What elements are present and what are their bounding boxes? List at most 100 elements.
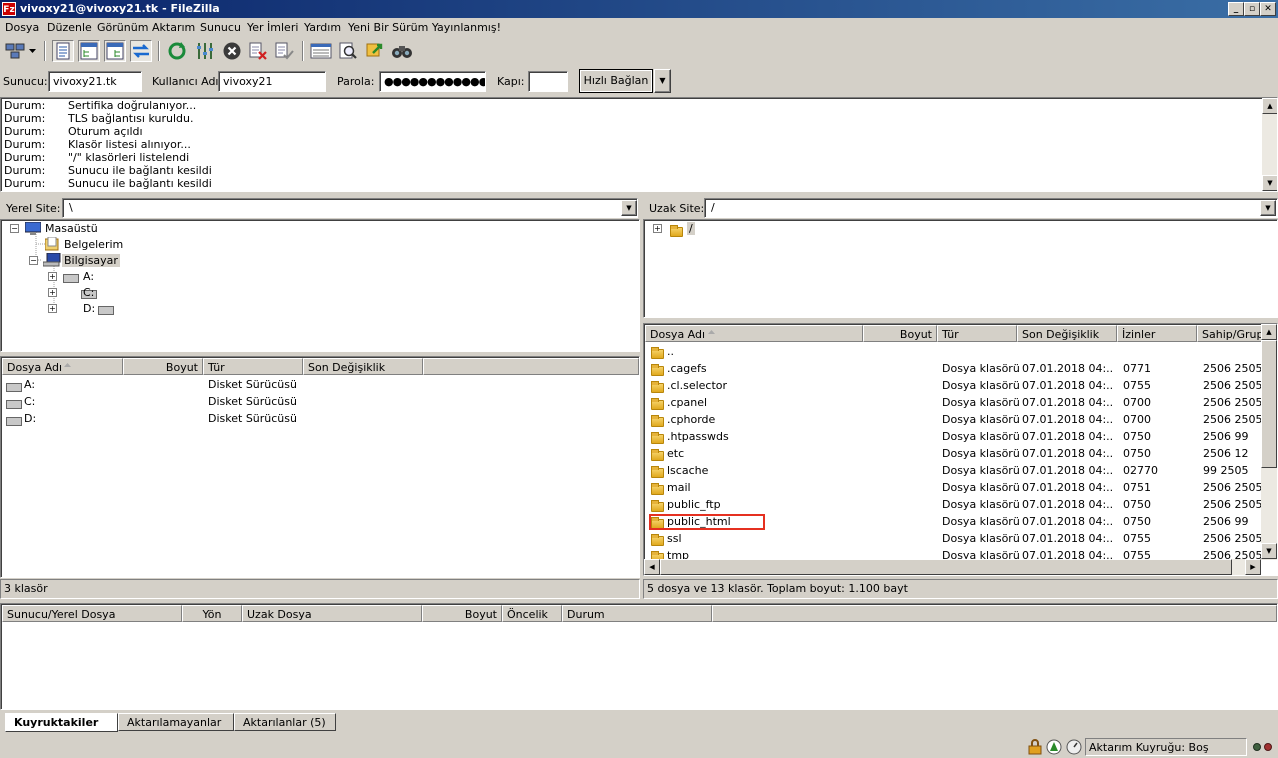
tab-failed[interactable]: Aktarılamayanlar bbox=[118, 713, 234, 731]
table-row[interactable]: lscache Dosya klasörü 07.01.2018 04:... 027… bbox=[645, 462, 1261, 479]
tree-collapse-icon[interactable]: − bbox=[29, 256, 38, 265]
password-input[interactable]: ●●●●●●●●●●●● bbox=[379, 71, 486, 92]
minimize-button[interactable]: _ bbox=[1228, 2, 1244, 16]
transfer-queue[interactable]: Sunucu/Yerel Dosya Yön Uzak Dosya Boyut … bbox=[0, 603, 1278, 710]
toggle-local-tree-icon[interactable] bbox=[78, 40, 100, 62]
table-row[interactable]: .. bbox=[645, 343, 1261, 360]
table-row[interactable]: D: Disket Sürücüsü bbox=[2, 410, 622, 427]
quickconnect-button[interactable]: Hızlı Bağlan bbox=[579, 69, 653, 93]
local-col-modified[interactable]: Son Değişiklik bbox=[303, 358, 423, 375]
disconnect-icon[interactable] bbox=[247, 40, 269, 62]
menu-yer-imleri[interactable]: Yer İmleri bbox=[247, 21, 298, 34]
remote-vscrollbar[interactable]: ▲ ▼ bbox=[1261, 324, 1277, 560]
local-tree[interactable]: − Masaüstü Belgelerim − Bilgisayar + A: … bbox=[0, 219, 640, 352]
tree-expand-icon[interactable]: + bbox=[48, 272, 57, 281]
queue-col-status[interactable]: Durum bbox=[562, 605, 712, 622]
title-bar[interactable]: Fz vivoxy21@vivoxy21.tk - FileZilla _ ▫ … bbox=[0, 0, 1278, 18]
tree-item-computer[interactable]: Bilgisayar bbox=[62, 254, 120, 267]
menu-gorunum[interactable]: Görünüm bbox=[97, 21, 148, 34]
remote-col-modified[interactable]: Son Değişiklik bbox=[1017, 325, 1117, 342]
scroll-down-arrow-icon[interactable]: ▼ bbox=[1261, 543, 1277, 559]
menu-aktarim[interactable]: Aktarım bbox=[152, 21, 195, 34]
log-scrollbar[interactable]: ▲ ▼ bbox=[1262, 98, 1277, 191]
remote-col-owner[interactable]: Sahip/Grup bbox=[1197, 325, 1263, 342]
remote-tree[interactable]: + / bbox=[643, 219, 1278, 318]
remote-site-path[interactable]: / bbox=[704, 198, 1278, 218]
queue-col-priority[interactable]: Öncelik bbox=[502, 605, 562, 622]
close-button[interactable]: ✕ bbox=[1260, 2, 1276, 16]
table-row[interactable]: mail Dosya klasörü 07.01.2018 04:... 0751 25… bbox=[645, 479, 1263, 496]
menu-dosya[interactable]: Dosya bbox=[5, 21, 39, 34]
menu-yardim[interactable]: Yardım bbox=[304, 21, 341, 34]
remote-col-permissions[interactable]: İzinler bbox=[1117, 325, 1197, 342]
tree-expand-icon[interactable]: + bbox=[48, 304, 57, 313]
table-row[interactable]: .cagefs Dosya klasörü 07.01.2018 04:... 077… bbox=[645, 360, 1263, 377]
remote-col-size[interactable]: Boyut bbox=[863, 325, 937, 342]
scroll-right-arrow-icon[interactable]: ▶ bbox=[1245, 559, 1261, 575]
host-input[interactable]: vivoxy21.tk bbox=[48, 71, 142, 92]
remote-site-dropdown-icon[interactable]: ▼ bbox=[1260, 200, 1276, 216]
local-col-type[interactable]: Tür bbox=[203, 358, 303, 375]
table-row[interactable]: .htpasswds Dosya klasörü 07.01.2018 04:...… bbox=[645, 428, 1261, 445]
table-row[interactable]: .cphorde Dosya klasörü 07.01.2018 04:... 07… bbox=[645, 411, 1263, 428]
quickconnect-dropdown[interactable]: ▼ bbox=[654, 69, 671, 93]
toggle-remote-tree-icon[interactable] bbox=[104, 40, 126, 62]
remote-file-list[interactable]: Dosya Adı Boyut Tür Son Değişiklik İzinl… bbox=[643, 323, 1278, 576]
tree-item-drive-d[interactable]: D: bbox=[83, 302, 95, 315]
process-queue-icon[interactable] bbox=[194, 40, 216, 62]
local-col-size[interactable]: Boyut bbox=[123, 358, 203, 375]
compare-icon[interactable] bbox=[337, 40, 359, 62]
tree-collapse-icon[interactable]: − bbox=[10, 224, 19, 233]
username-input[interactable]: vivoxy21 bbox=[218, 71, 326, 92]
cancel-icon[interactable] bbox=[221, 40, 243, 62]
message-log[interactable]: Durum: Sertifika doğrulanıyor... Durum: TLS… bbox=[0, 97, 1278, 192]
local-site-dropdown-icon[interactable]: ▼ bbox=[621, 200, 637, 216]
local-file-list[interactable]: Dosya Adı Boyut Tür Son Değişiklik A: Dis… bbox=[0, 356, 640, 578]
scroll-thumb[interactable] bbox=[1261, 340, 1277, 468]
table-row[interactable]: etc Dosya klasörü 07.01.2018 04:... 0750 250… bbox=[645, 445, 1261, 462]
table-row[interactable]: C: Disket Sürücüsü bbox=[2, 393, 622, 410]
tree-item-drive-c[interactable]: C: bbox=[83, 286, 94, 299]
hscroll-thumb[interactable] bbox=[660, 559, 1232, 575]
tree-item-desktop[interactable]: Masaüstü bbox=[45, 222, 98, 235]
search-binoculars-icon[interactable] bbox=[391, 40, 413, 62]
filename-filters-icon[interactable] bbox=[310, 40, 332, 62]
queue-col-file[interactable]: Sunucu/Yerel Dosya bbox=[2, 605, 182, 622]
table-row[interactable]: A: Disket Sürücüsü bbox=[2, 376, 622, 393]
scroll-down-arrow-icon[interactable]: ▼ bbox=[1262, 175, 1277, 191]
refresh-icon[interactable] bbox=[166, 40, 188, 62]
local-col-filename[interactable]: Dosya Adı bbox=[2, 358, 123, 375]
site-manager-dropdown-icon[interactable] bbox=[26, 40, 40, 62]
local-site-path[interactable]: \ bbox=[62, 198, 638, 218]
port-input[interactable] bbox=[528, 71, 568, 92]
menu-new-version[interactable]: Yeni Bir Sürüm Yayınlanmış! bbox=[348, 21, 501, 34]
tab-queued[interactable]: Kuyruktakiler bbox=[5, 713, 118, 732]
tree-item-drive-a[interactable]: A: bbox=[83, 270, 94, 283]
table-row[interactable]: .cl.selector Dosya klasörü 07.01.2018 04:.… bbox=[645, 377, 1263, 394]
remote-col-filename[interactable]: Dosya Adı bbox=[645, 325, 863, 342]
maximize-button[interactable]: ▫ bbox=[1244, 2, 1260, 16]
site-manager-icon[interactable] bbox=[4, 40, 26, 62]
table-row[interactable]: ssl Dosya klasörü 07.01.2018 04:... 0755 250… bbox=[645, 530, 1263, 547]
menu-duzenle[interactable]: Düzenle bbox=[47, 21, 92, 34]
toggle-queue-icon[interactable] bbox=[130, 40, 152, 62]
scroll-left-arrow-icon[interactable]: ◀ bbox=[644, 559, 660, 575]
reconnect-icon[interactable] bbox=[273, 40, 295, 62]
tree-expand-icon[interactable]: + bbox=[653, 224, 662, 233]
queue-col-remote[interactable]: Uzak Dosya bbox=[242, 605, 422, 622]
queue-col-direction[interactable]: Yön bbox=[182, 605, 242, 622]
toggle-log-icon[interactable] bbox=[52, 40, 74, 62]
remote-col-type[interactable]: Tür bbox=[937, 325, 1017, 342]
menu-sunucu[interactable]: Sunucu bbox=[200, 21, 241, 34]
remote-hscrollbar[interactable]: ◀ ▶ bbox=[644, 559, 1261, 575]
remote-tree-root[interactable]: / bbox=[687, 222, 695, 235]
scroll-up-arrow-icon[interactable]: ▲ bbox=[1262, 98, 1277, 114]
sync-browse-icon[interactable] bbox=[364, 40, 386, 62]
tree-item-documents[interactable]: Belgelerim bbox=[64, 238, 123, 251]
tree-expand-icon[interactable]: + bbox=[48, 288, 57, 297]
table-row[interactable]: .cpanel Dosya klasörü 07.01.2018 04:... 070… bbox=[645, 394, 1263, 411]
scroll-up-arrow-icon[interactable]: ▲ bbox=[1261, 324, 1277, 340]
tab-successful[interactable]: Aktarılanlar (5) bbox=[234, 713, 336, 731]
queue-col-size[interactable]: Boyut bbox=[422, 605, 502, 622]
table-row[interactable]: public_ftp Dosya klasörü 07.01.2018 04:...… bbox=[645, 496, 1263, 513]
